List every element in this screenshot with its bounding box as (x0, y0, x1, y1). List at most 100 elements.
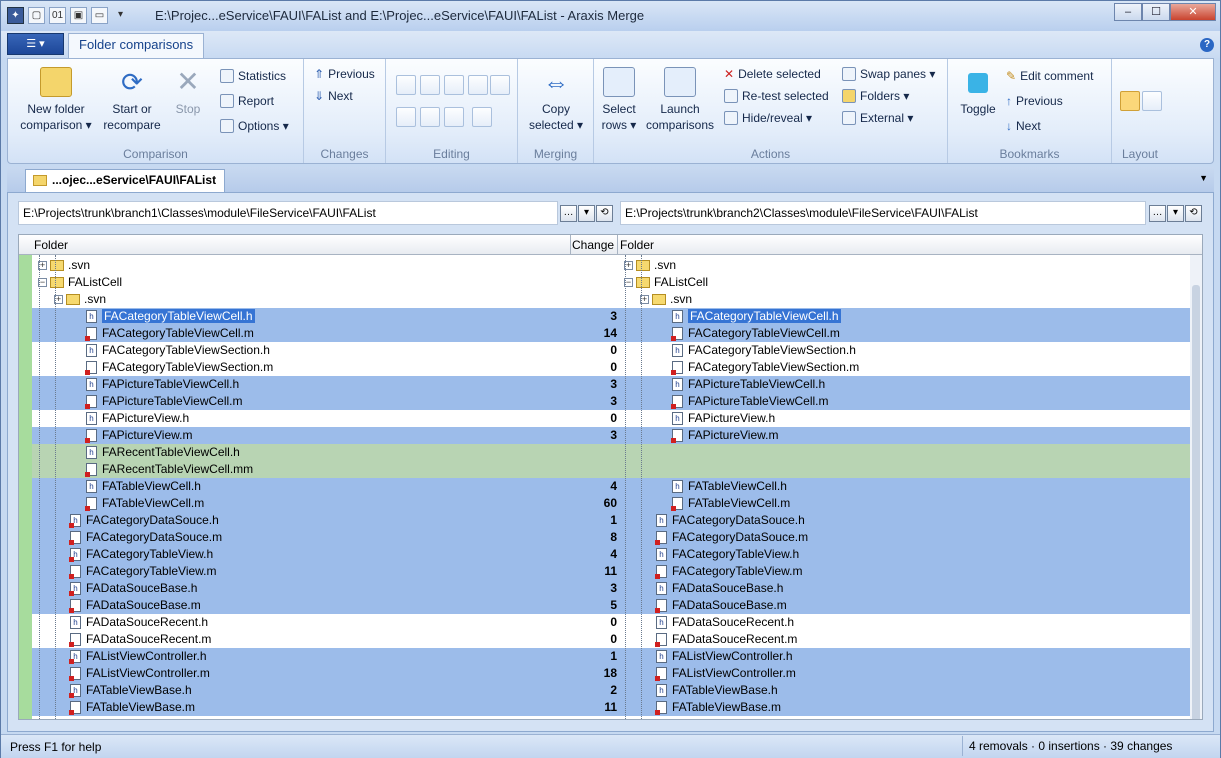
table-row[interactable]: h FADataSouceRecent.h h FADataSouceRecent.h… (32, 614, 1202, 631)
left-history-dropdown[interactable]: ▾ (578, 205, 595, 222)
options-button[interactable]: Options ▾ (220, 117, 289, 135)
folders-button[interactable]: Folders ▾ (842, 87, 909, 105)
start-recompare-button[interactable]: ⟳ Start or recompare (102, 67, 162, 133)
external-button[interactable]: External ▾ (842, 109, 913, 127)
table-row[interactable]: FATableViewCell.m FATableViewCell.m 60 (32, 495, 1202, 512)
table-row[interactable]: FAPictureView.m FAPictureView.m 3 (32, 427, 1202, 444)
previous-change-button[interactable]: ⇑ Previous (314, 65, 375, 83)
tree-guide-line (39, 255, 40, 719)
table-row[interactable]: FAListViewController.m FAListViewControll… (32, 665, 1202, 682)
statistics-button[interactable]: Statistics (220, 67, 286, 85)
table-row[interactable]: − FAListCell − FAListCell (32, 274, 1202, 291)
binary-compare-icon[interactable]: 01 (49, 7, 66, 24)
table-row[interactable]: FATableViewBase.m FATableViewBase.m 11 (32, 699, 1202, 716)
application-menu-button[interactable]: ☰ ▾ (7, 33, 64, 55)
minimize-button[interactable]: – (1114, 3, 1142, 21)
table-row[interactable]: FACategoryDataSouce.m FACategoryDataSouce… (32, 529, 1202, 546)
table-row[interactable]: h FAPictureTableViewCell.h h FAPictureTable… (32, 376, 1202, 393)
table-row[interactable]: + .svn + .svn (32, 291, 1202, 308)
next-change-button[interactable]: ⇓ Next (314, 87, 353, 105)
ribbon-tab-row: ☰ ▾ Folder comparisons ? (1, 31, 1220, 59)
help-icon[interactable]: ? (1200, 38, 1214, 52)
table-row[interactable]: h FACategoryTableView.h h FACategoryTableVi… (32, 546, 1202, 563)
pencil-delete-icon[interactable] (444, 107, 464, 127)
image-compare-icon[interactable]: ▣ (70, 7, 87, 24)
change-count: 4 (610, 547, 617, 561)
status-help-text: Press F1 for help (10, 740, 102, 754)
three-way-layout-icon[interactable] (1142, 91, 1162, 111)
group-label-merging: Merging (533, 147, 578, 161)
table-row[interactable]: h FADataSouceBase.h h FADataSouceBase.h 3 (32, 580, 1202, 597)
undo-icon[interactable] (468, 75, 488, 95)
table-row[interactable]: h FATableViewBase.h h FATableViewBase.h 2 (32, 682, 1202, 699)
table-row[interactable]: FADataSouceRecent.m FADataSouceRecent.m 0 (32, 631, 1202, 648)
table-row[interactable]: FACategoryTableView.m FACategoryTableView… (32, 563, 1202, 580)
header-folder-left[interactable]: Folder (34, 238, 68, 252)
hide-reveal-icon (724, 111, 738, 125)
folder-comparison-grid[interactable]: Folder Change Folder + .svn + .svn − FAListCe… (18, 234, 1203, 720)
table-row[interactable]: h FARecentTableViewCell.h (32, 444, 1202, 461)
new-file-icon[interactable]: ▢ (28, 7, 45, 24)
table-row[interactable]: h FACategoryTableViewCell.h h FACategoryTab… (32, 308, 1202, 325)
right-name: FAPictureView.m (688, 428, 779, 442)
table-row[interactable]: FARecentTableViewCell.mm (32, 461, 1202, 478)
header-folder-right[interactable]: Folder (620, 238, 654, 252)
left-browse-button[interactable]: … (560, 205, 577, 222)
tab-list-dropdown-icon[interactable]: ▼ (1199, 173, 1208, 183)
cut-icon[interactable] (396, 75, 416, 95)
table-row[interactable]: + .svn + .svn (32, 257, 1202, 274)
tree-guide-line (625, 255, 626, 719)
right-browse-button[interactable]: … (1149, 205, 1166, 222)
right-history-dropdown[interactable]: ▾ (1167, 205, 1184, 222)
copy-icon[interactable] (420, 75, 440, 95)
swap-panes-button[interactable]: Swap panes ▾ (842, 65, 935, 83)
stop-button[interactable]: ✕ Stop (168, 67, 208, 117)
hide-reveal-button[interactable]: Hide/reveal ▾ (724, 109, 812, 127)
source-file-icon (671, 395, 683, 409)
retest-selected-button[interactable]: Re-test selected (724, 87, 829, 105)
table-row[interactable]: FACategoryTableViewSection.m FACategoryTa… (32, 359, 1202, 376)
source-file-icon (85, 327, 97, 341)
delete-selected-button[interactable]: ✕ Delete selected (724, 65, 821, 83)
new-folder-comparison-button[interactable]: New folder comparison ▾ (16, 67, 96, 133)
edit-pencil-icon: ✎ (1006, 69, 1017, 83)
select-rows-button[interactable]: Select rows ▾ (596, 67, 642, 133)
redo-icon[interactable] (490, 75, 510, 95)
document-tab[interactable]: ...ojec...eService\FAUI\FAList (25, 169, 226, 192)
header-change[interactable]: Change (572, 238, 614, 252)
app-icon[interactable]: ✦ (7, 7, 24, 24)
tab-folder-comparisons[interactable]: Folder comparisons (68, 33, 205, 59)
right-refresh-icon[interactable]: ⟲ (1185, 205, 1202, 222)
table-row[interactable]: FAPictureTableViewCell.m FAPictureTableVi… (32, 393, 1202, 410)
maximize-button[interactable]: ☐ (1142, 3, 1170, 21)
report-button[interactable]: Report (220, 92, 274, 110)
table-row[interactable]: h FACategoryTableViewSection.h h FACategory… (32, 342, 1202, 359)
left-name: FADataSouceBase.m (86, 598, 201, 612)
two-way-layout-icon[interactable] (1120, 91, 1140, 111)
previous-bookmark-button[interactable]: ↑ Previous (1006, 92, 1063, 110)
vertical-scrollbar[interactable] (1190, 255, 1202, 719)
left-refresh-icon[interactable]: ⟲ (596, 205, 613, 222)
open-folder-icon[interactable]: ▭ (91, 7, 108, 24)
table-row[interactable]: h FAPictureView.h h FAPictureView.h 0 (32, 410, 1202, 427)
edit-comment-button[interactable]: ✎ Edit comment (1006, 67, 1093, 85)
left-path-field[interactable]: E:\Projects\trunk\branch1\Classes\module… (18, 201, 558, 225)
copy-selected-button[interactable]: ⇔ Copy selected ▾ (524, 67, 588, 133)
close-button[interactable]: ✕ (1170, 3, 1216, 21)
table-row[interactable]: h FACategoryDataSouce.h h FACategoryDataSou… (32, 512, 1202, 529)
pencil-edit-icon[interactable] (420, 107, 440, 127)
table-row[interactable]: FACategoryTableViewCell.m FACategoryTable… (32, 325, 1202, 342)
next-bookmark-button[interactable]: ↓ Next (1006, 117, 1041, 135)
table-row[interactable]: h FAListViewController.h h FAListViewContro… (32, 648, 1202, 665)
toggle-bookmark-button[interactable]: Toggle (952, 67, 1004, 117)
check-icon[interactable] (472, 107, 492, 127)
launch-comparisons-button[interactable]: Launch comparisons (644, 67, 716, 133)
table-row[interactable]: h FATableViewCell.h h FATableViewCell.h 4 (32, 478, 1202, 495)
right-path-field[interactable]: E:\Projects\trunk\branch2\Classes\module… (620, 201, 1146, 225)
pencil-icon[interactable] (396, 107, 416, 127)
left-change-strip (19, 235, 32, 719)
scrollbar-thumb[interactable] (1192, 285, 1200, 719)
paste-icon[interactable] (444, 75, 464, 95)
table-row[interactable]: FADataSouceBase.m FADataSouceBase.m 5 (32, 597, 1202, 614)
customize-qat-icon[interactable]: ▾ (112, 7, 129, 24)
